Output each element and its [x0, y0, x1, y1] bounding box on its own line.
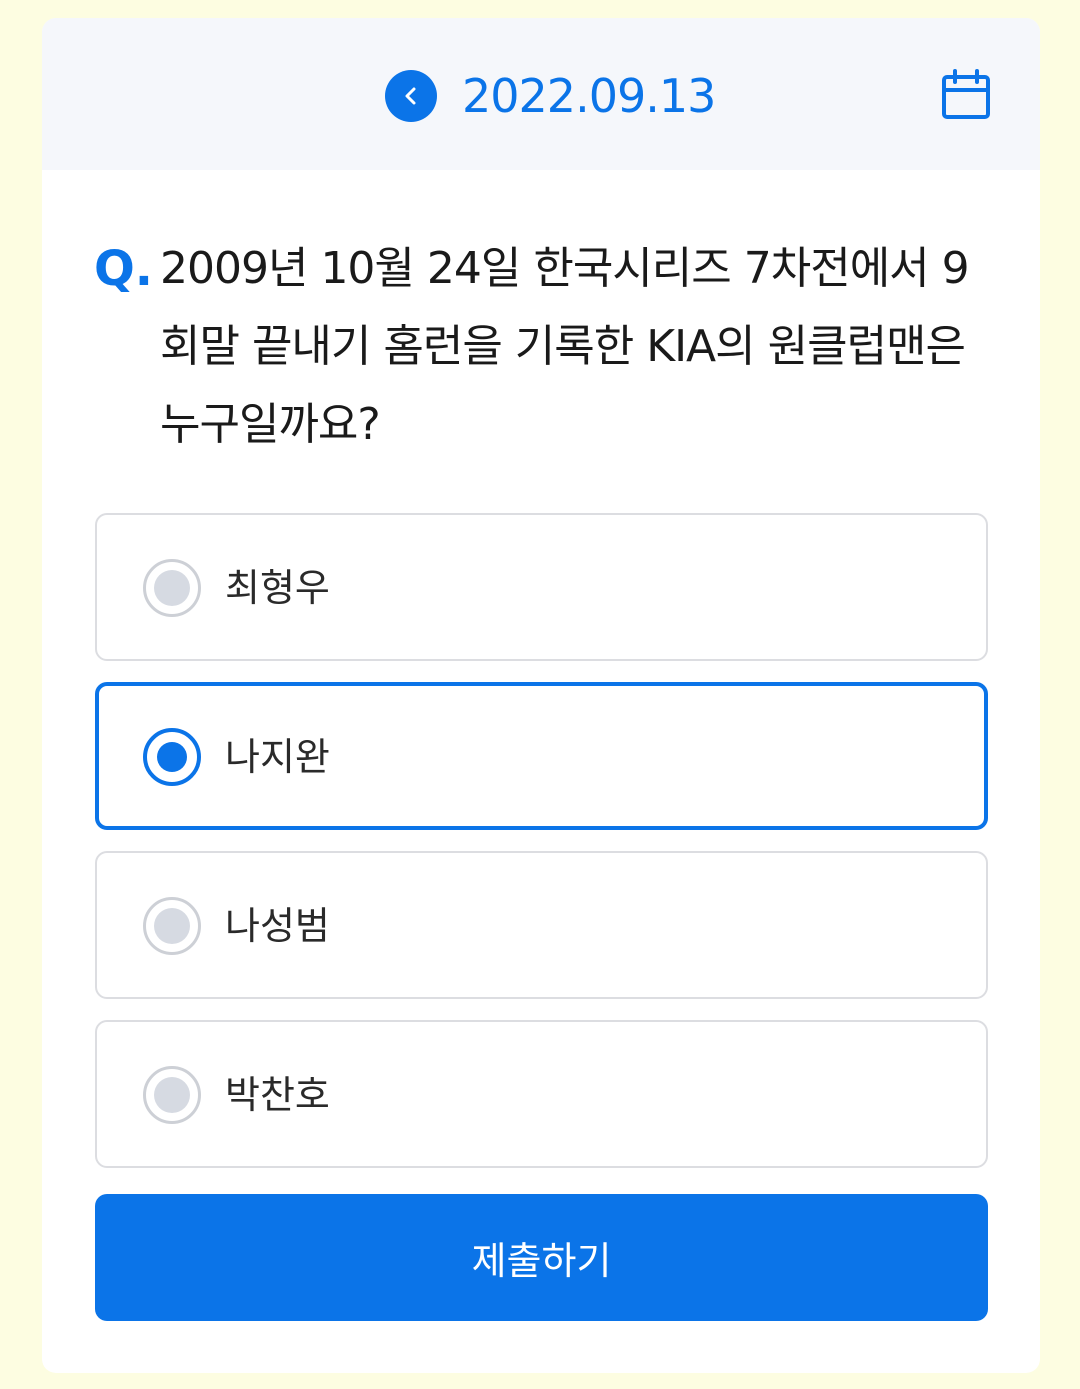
answer-option-label: 박찬호: [225, 1073, 330, 1117]
question-text: 2009년 10월 24일 한국시리즈 7차전에서 9회말 끝내기 홈런을 기록…: [160, 243, 970, 450]
radio-button[interactable]: [143, 897, 201, 955]
previous-date-button[interactable]: [385, 70, 437, 122]
calendar-button[interactable]: [940, 68, 992, 122]
answer-option-label: 나지완: [225, 735, 330, 779]
submit-button[interactable]: 제출하기: [95, 1194, 988, 1321]
calendar-icon: [942, 69, 990, 119]
chevron-left-icon: [405, 87, 416, 105]
date-header: 2022.09.13: [42, 18, 1040, 170]
radio-button-selected[interactable]: [143, 728, 201, 786]
answer-option-label: 최형우: [225, 566, 330, 610]
answer-option-4[interactable]: 박찬호: [95, 1020, 988, 1168]
radio-button[interactable]: [143, 559, 201, 617]
current-date: 2022.09.13: [462, 69, 716, 123]
answer-option-1[interactable]: 최형우: [95, 513, 988, 661]
radio-button[interactable]: [143, 1066, 201, 1124]
answer-option-3[interactable]: 나성범: [95, 851, 988, 999]
answer-option-2[interactable]: 나지완: [95, 682, 988, 830]
question-prefix: Q.: [94, 241, 154, 297]
quiz-card: 2022.09.13 Q. 2009년 10월 24일 한국시리즈 7차전에서 …: [42, 18, 1040, 1373]
answer-option-label: 나성범: [225, 904, 330, 948]
